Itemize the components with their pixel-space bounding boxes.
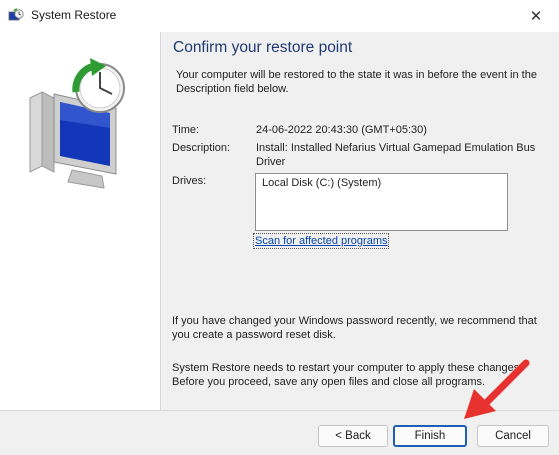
sidebar <box>0 32 161 410</box>
time-label: Time: <box>172 124 200 136</box>
title-bar: System Restore ✕ <box>0 0 559 32</box>
password-note: If you have changed your Windows passwor… <box>172 315 537 341</box>
content-panel: Confirm your restore point Your computer… <box>161 32 559 410</box>
scan-affected-programs-link[interactable]: Scan for affected programs <box>252 233 390 249</box>
back-button[interactable]: < Back <box>318 425 388 447</box>
restart-note: System Restore needs to restart your com… <box>172 362 523 388</box>
cancel-button[interactable]: Cancel <box>477 425 549 447</box>
drives-label: Drives: <box>172 175 207 187</box>
window-title: System Restore <box>31 8 117 22</box>
drive-item[interactable]: Local Disk (C:) (System) <box>262 177 501 189</box>
page-title: Confirm your restore point <box>173 39 353 56</box>
drives-list[interactable]: Local Disk (C:) (System) <box>255 173 508 231</box>
close-button[interactable]: ✕ <box>513 0 559 32</box>
close-icon: ✕ <box>529 8 543 25</box>
computer-clock-restore-icon <box>29 58 125 189</box>
description-value: Install: Installed Nefarius Virtual Game… <box>256 142 536 168</box>
finish-button[interactable]: Finish <box>393 425 467 447</box>
description-label: Description: <box>172 142 231 154</box>
button-bar: < Back Finish Cancel <box>0 410 559 455</box>
intro-text: Your computer will be restored to the st… <box>176 69 537 95</box>
system-restore-icon <box>8 8 24 21</box>
time-value: 24-06-2022 20:43:30 (GMT+05:30) <box>256 124 427 136</box>
